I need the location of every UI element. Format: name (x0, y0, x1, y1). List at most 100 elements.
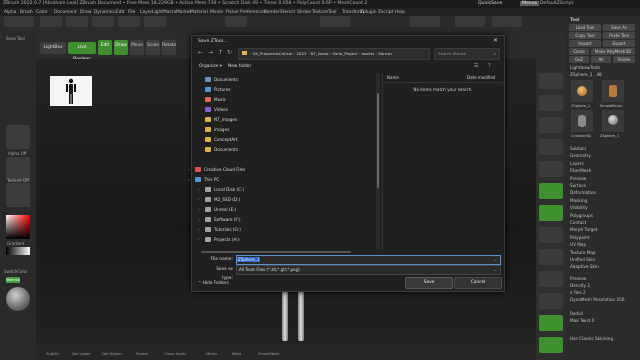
preview-label[interactable]: Preview (570, 276, 586, 281)
breadcrumb-item[interactable]: Saria_Project (333, 51, 358, 56)
save-button[interactable]: Save (405, 277, 453, 289)
save-tool-label[interactable]: Save Tool (6, 36, 25, 41)
nav-item[interactable]: › M2_SSD (D:) (195, 195, 383, 204)
tool-section-morph-target[interactable]: Morph Target (570, 227, 598, 232)
bottom-shelf-button[interactable]: Del Higher (102, 351, 122, 356)
scale-button[interactable]: Scale (146, 40, 160, 55)
top-shelf-button-9[interactable] (410, 16, 440, 27)
nav-item[interactable]: › Local Disk (C:) (195, 185, 383, 194)
nav-item[interactable]: › Creative Cloud Files (188, 165, 373, 174)
color-picker[interactable] (6, 215, 30, 239)
tool-section-unified-skin[interactable]: Unified Skin (570, 257, 595, 262)
default-zscript[interactable]: DefaultZScript (540, 1, 573, 6)
ires-slider[interactable]: ir Res 2 (570, 290, 586, 295)
edit-button[interactable]: Edit (98, 40, 112, 55)
menu-item-marker[interactable]: Marker (176, 10, 191, 15)
tool-section-texture-map[interactable]: Texture Map (570, 250, 596, 255)
rotate-button[interactable]: Rotate (162, 40, 176, 55)
goz-button[interactable]: GoZ (569, 56, 589, 63)
menu-item-file[interactable]: File (128, 10, 135, 15)
top-shelf-button-11[interactable] (492, 16, 522, 27)
chevron-right-icon[interactable]: › (198, 205, 200, 214)
search-input[interactable]: Search Zbrush ⌕ (434, 48, 500, 60)
tool-section-masking[interactable]: Masking (570, 198, 587, 203)
right-shelf-button-11[interactable] (539, 293, 563, 309)
nav-item[interactable]: Documents (195, 145, 383, 154)
tool-section-deformation[interactable]: Deformation (570, 190, 596, 195)
back-arrow-icon[interactable]: ← (198, 49, 203, 56)
menu-item-render[interactable]: Render (264, 10, 280, 15)
menu-item-help[interactable]: Help (395, 10, 405, 15)
paste-tool-button[interactable]: Paste Tool (603, 32, 635, 39)
right-shelf-button-6[interactable] (539, 183, 563, 199)
menu-item-movie[interactable]: Movie (210, 10, 223, 15)
refresh-icon[interactable]: ↻ (227, 49, 232, 56)
import-button[interactable]: Import (569, 40, 601, 47)
nav-item[interactable]: Documents⚲ (195, 75, 383, 84)
menu-item-picker[interactable]: Picker (226, 10, 239, 15)
breadcrumb-item[interactable]: 2023 (297, 51, 307, 56)
quicksave-button[interactable]: QuickSave (478, 1, 502, 6)
menu-item-texture[interactable]: Texture (312, 10, 328, 15)
right-shelf-button-4[interactable] (539, 139, 563, 155)
radial-slider[interactable]: Radial (570, 311, 583, 316)
right-shelf-button-5[interactable] (539, 161, 563, 177)
menu-item-stroke[interactable]: Stroke (297, 10, 311, 15)
nav-item[interactable]: › Software (F:) (195, 215, 383, 224)
lightbox-button[interactable]: LightBox (40, 42, 66, 54)
max-twist-slider[interactable]: Max Twist 0 (570, 318, 594, 323)
menu-item-edit[interactable]: Edit (116, 10, 125, 15)
top-shelf-button-7[interactable] (225, 16, 247, 27)
menu-item-zscript[interactable]: Zscript (378, 10, 393, 15)
tool-section-subtool[interactable]: Subtool (570, 146, 586, 151)
live-boolean-button[interactable]: Live Boolean (68, 42, 96, 62)
tool-section-polygroups[interactable]: Polygroups (570, 213, 593, 218)
menu-item-macro[interactable]: Macro (163, 10, 176, 15)
move-button[interactable]: Move (130, 40, 144, 55)
draw-button[interactable]: Draw (114, 40, 128, 55)
lightbox-tools-button[interactable]: Lightbox▸Tools (570, 65, 600, 70)
tool-thumb-2[interactable] (602, 80, 624, 102)
new-folder-button[interactable]: New folder (228, 64, 251, 69)
bottom-shelf-button[interactable]: Mirror (206, 351, 217, 356)
current-tool-name[interactable]: ZSphere_1 . 48 (570, 72, 602, 77)
alpha-off-label[interactable]: Alpha Off (8, 151, 27, 156)
tool-section-visibility[interactable]: Visibility (570, 205, 588, 210)
name-column-header[interactable]: Name (387, 73, 399, 82)
nav-item[interactable]: › This PC (188, 175, 373, 184)
right-shelf-button-8[interactable] (539, 227, 563, 243)
file-list[interactable]: Name Date modified No items match your s… (382, 73, 503, 250)
copy-tool-button[interactable]: Copy Tool (569, 32, 601, 39)
nav-item[interactable]: › Unreal (E:) (195, 205, 383, 214)
right-shelf-button-7[interactable] (539, 205, 563, 221)
tool-section-layers[interactable]: Layers (570, 161, 584, 166)
nav-item[interactable]: Videos⚲ (195, 105, 383, 114)
menus-toggle[interactable]: Menus (520, 1, 540, 6)
density-slider[interactable]: Density 2 (570, 283, 590, 288)
make-polymesh-button[interactable]: Make PolyMesh3D (591, 48, 635, 55)
chevron-down-icon[interactable]: ⌄ (494, 256, 497, 264)
all-button[interactable]: All (591, 56, 611, 63)
tool-section-contact[interactable]: Contact (570, 220, 586, 225)
chevron-right-icon[interactable]: › (198, 225, 200, 234)
menu-item-stencil[interactable]: Stencil (280, 10, 295, 15)
menu-item-dynamics[interactable]: Dynamics (94, 10, 116, 15)
breadcrumb-item[interactable]: 00_ProyectosCritical (253, 51, 292, 56)
up-arrow-icon[interactable]: ↑ (218, 49, 223, 56)
save-type-select[interactable]: All Tools Files (*.ztl;*.gtl;*.png) ⌄ (236, 265, 501, 275)
menu-item-zplugin[interactable]: Zplugin (360, 10, 377, 15)
load-tool-button[interactable]: Load Tool (569, 24, 601, 31)
bottom-shelf-button[interactable]: SubDiv (46, 351, 59, 356)
tool-section-geometry[interactable]: Geometry (570, 153, 591, 158)
right-shelf-button-10[interactable] (539, 271, 563, 287)
material-sphere[interactable] (6, 287, 30, 311)
nav-item[interactable]: ConceptArt (195, 135, 383, 144)
horizontal-scrollbar[interactable] (195, 250, 376, 254)
nav-item[interactable]: images (195, 125, 383, 134)
right-shelf-button-2[interactable] (539, 95, 563, 111)
menu-item-layer[interactable]: Layer (140, 10, 152, 15)
chevron-down-icon[interactable]: ⌄ (494, 266, 497, 274)
menu-item-material[interactable]: Material (190, 10, 208, 15)
right-shelf-button-9[interactable] (539, 249, 563, 265)
export-button[interactable]: Export (603, 40, 635, 47)
